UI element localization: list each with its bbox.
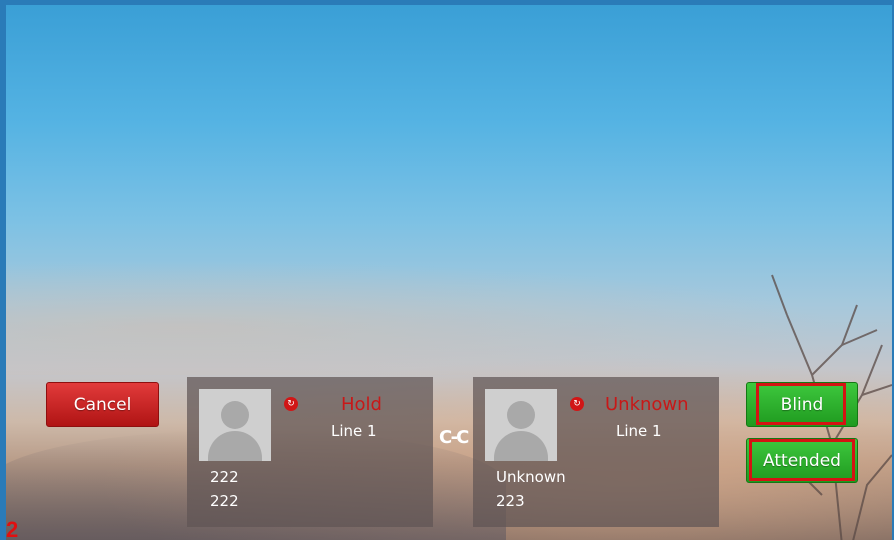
- call-line: Line 1: [331, 422, 377, 440]
- call-status: Hold: [341, 394, 382, 415]
- step-number-label: 2: [6, 517, 19, 540]
- target-call-card[interactable]: ↻ Unknown Line 1 Unknown 223: [473, 377, 719, 527]
- call-status-icon: ↻: [570, 397, 584, 411]
- transfer-icon: C-C: [439, 427, 469, 448]
- caller-number: 222: [210, 492, 239, 510]
- held-call-card[interactable]: ↻ Hold Line 1 222 222: [187, 377, 433, 527]
- call-status: Unknown: [605, 394, 689, 415]
- call-status-icon: ↻: [284, 397, 298, 411]
- avatar-icon: [199, 389, 271, 461]
- caller-number: 223: [496, 492, 525, 510]
- tree-branches: [761, 274, 892, 540]
- caller-name: 222: [210, 468, 239, 486]
- attended-transfer-button[interactable]: Attended: [746, 438, 858, 483]
- caller-name: Unknown: [496, 468, 566, 486]
- phone-screen: Cancel ↻ Hold Line 1 222 222 C-C ↻ Unkno…: [0, 0, 894, 540]
- avatar-icon: [485, 389, 557, 461]
- call-line: Line 1: [616, 422, 662, 440]
- blind-transfer-button[interactable]: Blind: [746, 382, 858, 427]
- cancel-button[interactable]: Cancel: [46, 382, 159, 427]
